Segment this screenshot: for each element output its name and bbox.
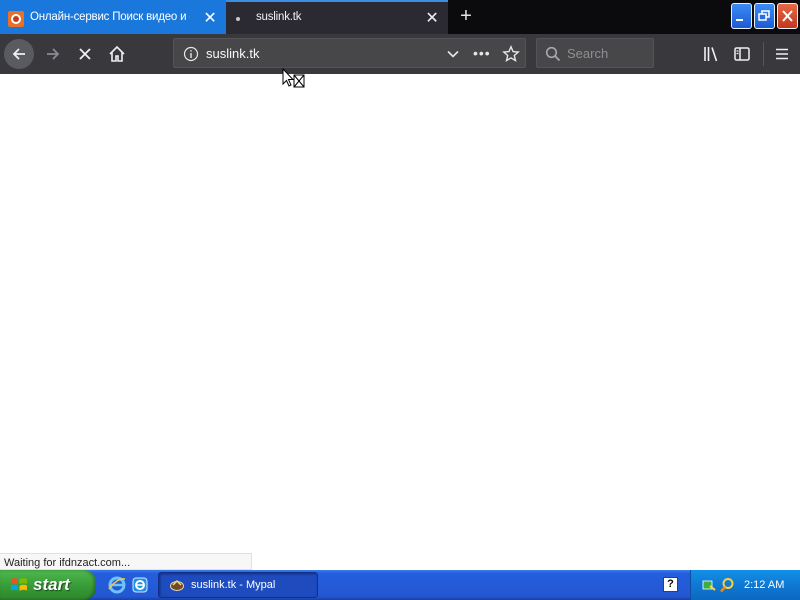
status-text: Waiting for ifdnzact.com... — [0, 553, 252, 570]
stop-button[interactable] — [70, 39, 100, 69]
taskbar-window-button[interactable]: suslink.tk - Mypal — [158, 572, 318, 598]
navigation-toolbar: suslink.tk ••• — [0, 34, 800, 74]
chevron-down-icon[interactable] — [446, 47, 460, 61]
url-text[interactable]: suslink.tk — [206, 46, 259, 61]
help-icon[interactable]: ? — [663, 577, 678, 592]
library-icon[interactable] — [702, 45, 720, 63]
close-icon[interactable]: ✕ — [202, 11, 218, 27]
forward-icon — [47, 48, 60, 60]
search-input[interactable] — [567, 43, 651, 63]
ie-icon[interactable] — [108, 576, 126, 594]
back-button[interactable] — [4, 39, 34, 69]
tab-suslink[interactable]: suslink.tk ✕ — [226, 0, 448, 34]
network-icon[interactable] — [701, 577, 717, 593]
tab-search-video[interactable]: Онлайн-сервис Поиск видео и с ✕ — [0, 0, 226, 34]
tab-bar: Онлайн-сервис Поиск видео и с ✕ suslink.… — [0, 0, 800, 34]
tab-title: Онлайн-сервис Поиск видео и с — [30, 11, 190, 23]
search-icon — [545, 46, 561, 62]
stop-icon — [79, 48, 91, 60]
back-icon — [12, 48, 25, 60]
restore-button[interactable] — [754, 3, 775, 29]
windows-flag-icon — [11, 578, 27, 591]
home-icon — [109, 45, 125, 62]
sidebar-icon[interactable] — [733, 45, 751, 63]
home-button[interactable] — [102, 39, 132, 69]
page-content — [0, 74, 800, 570]
clock[interactable]: 2:12 AM — [744, 579, 784, 591]
favicon-icon — [8, 11, 24, 27]
minimize-button[interactable] — [731, 3, 752, 29]
more-icon[interactable]: ••• — [473, 45, 491, 61]
address-bar[interactable]: suslink.tk ••• — [173, 38, 526, 68]
taskbar-window-title: suslink.tk - Mypal — [191, 579, 276, 591]
plus-icon[interactable]: + — [456, 6, 476, 26]
taskbar: start suslink.tk - Mypal ? 2:12 AM — [0, 570, 800, 600]
window-close-button[interactable] — [777, 3, 798, 29]
show-desktop-icon[interactable] — [131, 576, 149, 594]
start-button[interactable]: start — [0, 570, 96, 600]
search-tray-icon[interactable] — [719, 577, 735, 593]
close-icon[interactable]: ✕ — [424, 11, 440, 27]
info-icon[interactable] — [183, 46, 199, 62]
start-label: start — [33, 575, 70, 594]
search-bar[interactable] — [536, 38, 654, 68]
star-icon[interactable] — [502, 45, 520, 63]
tab-title: suslink.tk — [256, 11, 302, 23]
forward-button[interactable] — [38, 39, 68, 69]
loading-icon — [236, 17, 240, 21]
menu-icon[interactable] — [773, 45, 791, 63]
toolbar-divider — [763, 42, 764, 66]
mypal-app-icon — [170, 579, 184, 591]
cursor-icon — [282, 68, 305, 88]
